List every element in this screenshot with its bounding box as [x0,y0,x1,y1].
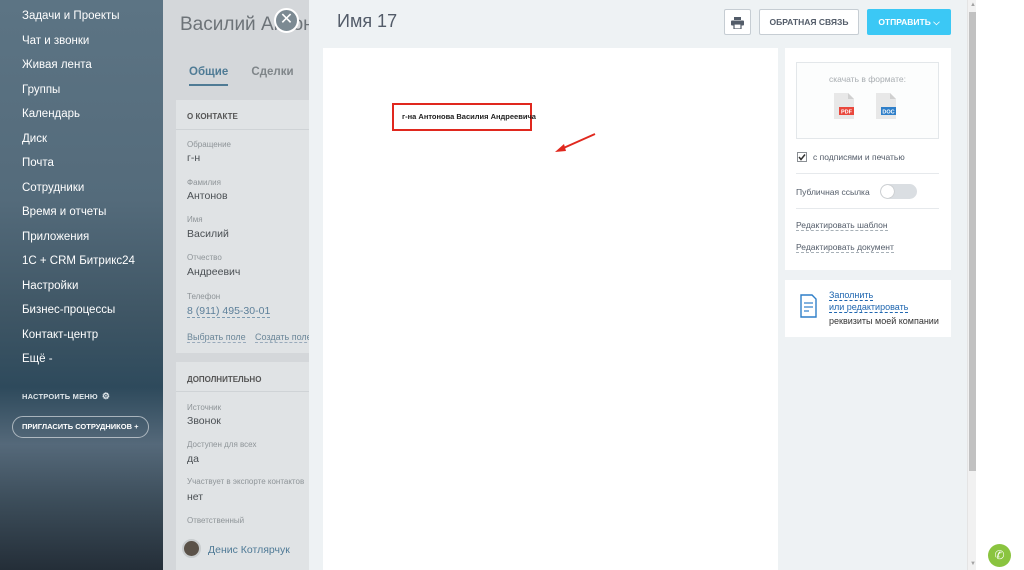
menu-item-settings[interactable]: Настройки [0,274,163,299]
phone-icon: ✆ [994,548,1005,562]
public-link-label: Публичная ссылка [796,187,870,197]
menu-item-groups[interactable]: Группы [0,78,163,103]
doc-file-icon[interactable]: DOC [876,93,896,119]
field-label-middle-name: Отчество [187,253,222,262]
choose-field-link[interactable]: Выбрать поле [187,332,246,343]
menu-item-calendar[interactable]: Календарь [0,102,163,127]
requisites-caption: реквизиты моей компании [829,316,939,326]
divider [176,391,323,392]
plus-icon: + [134,422,139,431]
field-label-responsible: Ответственный [187,516,245,525]
contact-card-background: Василий Антонов Общие Сделки О КОНТАКТЕ … [163,0,323,570]
doc-format-label: DOC [882,110,894,116]
phone-call-button[interactable]: ✆ [988,544,1011,567]
section-header-additional: ДОПОЛНИТЕЛЬНО [187,375,262,384]
addressee-highlight: г-на Антонова Василия Андреевича [392,103,536,131]
field-value-first-name: Василий [187,228,229,240]
send-label: ОТПРАВИТЬ [878,17,931,27]
print-button[interactable] [724,9,751,35]
document-options-panel: скачать в формате: PDF DOC с подписями и… [785,48,951,270]
document-edit-icon [800,294,817,318]
fill-requisites-link[interactable]: Заполнить [829,290,874,301]
menu-item-time-reports[interactable]: Время и отчеты [0,200,163,225]
phone-number: 8 (911) 495-30-01 [187,305,271,318]
tab-general[interactable]: Общие [189,66,229,86]
vertical-scrollbar[interactable]: ▲ ▼ [967,0,976,570]
signatures-label: с подписями и печатью [813,152,905,162]
responsible-avatar [182,539,201,558]
printer-icon [731,17,744,30]
pdf-file-icon[interactable]: PDF [834,93,854,119]
menu-item-1c-crm[interactable]: 1С + CRM Битрикс24 [0,249,163,274]
edit-template-link[interactable]: Редактировать шаблон [796,220,888,231]
field-value-source: Звонок [187,415,221,427]
main-menu: Задачи и Проекты Чат и звонки Живая лент… [0,0,163,372]
field-label-phone: Телефон [187,292,221,301]
left-navigation-sidebar: Задачи и Проекты Чат и звонки Живая лент… [0,0,163,570]
close-icon: ✕ [279,11,294,28]
public-link-toggle[interactable] [880,184,917,199]
tab-deals[interactable]: Сделки [251,66,293,78]
field-value-available: да [187,453,199,465]
menu-item-apps[interactable]: Приложения [0,225,163,250]
invite-employees-button[interactable]: ПРИГЛАСИТЬ СОТРУДНИКОВ + [12,416,149,438]
menu-item-contact-center[interactable]: Контакт-центр [0,323,163,348]
setup-menu-link[interactable]: НАСТРОИТЬ МЕНЮ ⚙ [22,391,110,402]
about-contact-card: О КОНТАКТЕ Обращение г-н Фамилия Антонов… [176,100,323,353]
field-label-export: Участвует в экспорте контактов [187,477,305,486]
invite-label: ПРИГЛАСИТЬ СОТРУДНИКОВ [22,422,133,431]
additional-info-card: ДОПОЛНИТЕЛЬНО Источник Звонок Доступен д… [176,362,323,570]
scrollbar-thumb[interactable] [969,12,976,471]
company-requisites-panel: Заполнить или редактировать реквизиты мо… [785,280,951,337]
menu-item-mail[interactable]: Почта [0,151,163,176]
field-label-first-name: Имя [187,215,203,224]
phone-link[interactable]: 8 (911) 495-30-01 [187,305,271,318]
field-value-salutation: г-н [187,152,201,164]
document-preview: г-на Антонова Василия Андреевича [323,48,778,570]
divider [796,208,939,209]
edit-requisites-link[interactable]: или редактировать [829,302,909,313]
edit-document-link[interactable]: Редактировать документ [796,242,894,253]
right-panel: ✆ [976,0,1024,570]
section-header-about: О КОНТАКТЕ [187,112,238,121]
chevron-down-icon: ⌵ [933,17,940,27]
responsible-name-link[interactable]: Денис Котлярчук [208,544,290,556]
setup-menu-label: НАСТРОИТЬ МЕНЮ [22,392,98,401]
gear-icon: ⚙ [101,391,111,401]
field-label-available: Доступен для всех [187,440,257,449]
toggle-knob [881,185,894,198]
contact-title: Василий Антонов [180,14,323,35]
document-slider: Имя 17 ОБРАТНАЯ СВЯЗЬ ОТПРАВИТЬ ⌵ г-на А… [309,0,967,570]
download-box: скачать в формате: PDF DOC [796,62,939,139]
menu-item-disk[interactable]: Диск [0,127,163,152]
menu-item-tasks[interactable]: Задачи и Проекты [0,4,163,29]
menu-item-business-processes[interactable]: Бизнес-процессы [0,298,163,323]
feedback-button[interactable]: ОБРАТНАЯ СВЯЗЬ [759,9,859,35]
menu-item-chat[interactable]: Чат и звонки [0,29,163,54]
field-label-last-name: Фамилия [187,178,221,187]
menu-item-more[interactable]: Ещё - [0,347,163,372]
create-field-link[interactable]: Создать поле [255,332,312,343]
document-title: Имя 17 [337,11,398,31]
arrow-annotation-icon [555,133,596,152]
menu-item-employees[interactable]: Сотрудники [0,176,163,201]
divider [796,173,939,174]
field-value-export: нет [187,491,204,503]
send-button[interactable]: ОТПРАВИТЬ ⌵ [867,9,951,35]
field-label-salutation: Обращение [187,140,231,149]
pdf-format-label: PDF [841,110,853,116]
download-caption: скачать в формате: [829,74,906,84]
close-slider-button[interactable]: ✕ [274,8,299,33]
menu-item-feed[interactable]: Живая лента [0,53,163,78]
contact-tabs: Общие Сделки [189,66,314,86]
divider [176,129,323,130]
addressee-text: г-на Антонова Василия Андреевича [402,112,536,121]
field-value-last-name: Антонов [187,190,228,202]
field-value-middle-name: Андреевич [187,266,241,278]
signatures-checkbox[interactable] [797,152,807,162]
field-label-source: Источник [187,403,222,412]
